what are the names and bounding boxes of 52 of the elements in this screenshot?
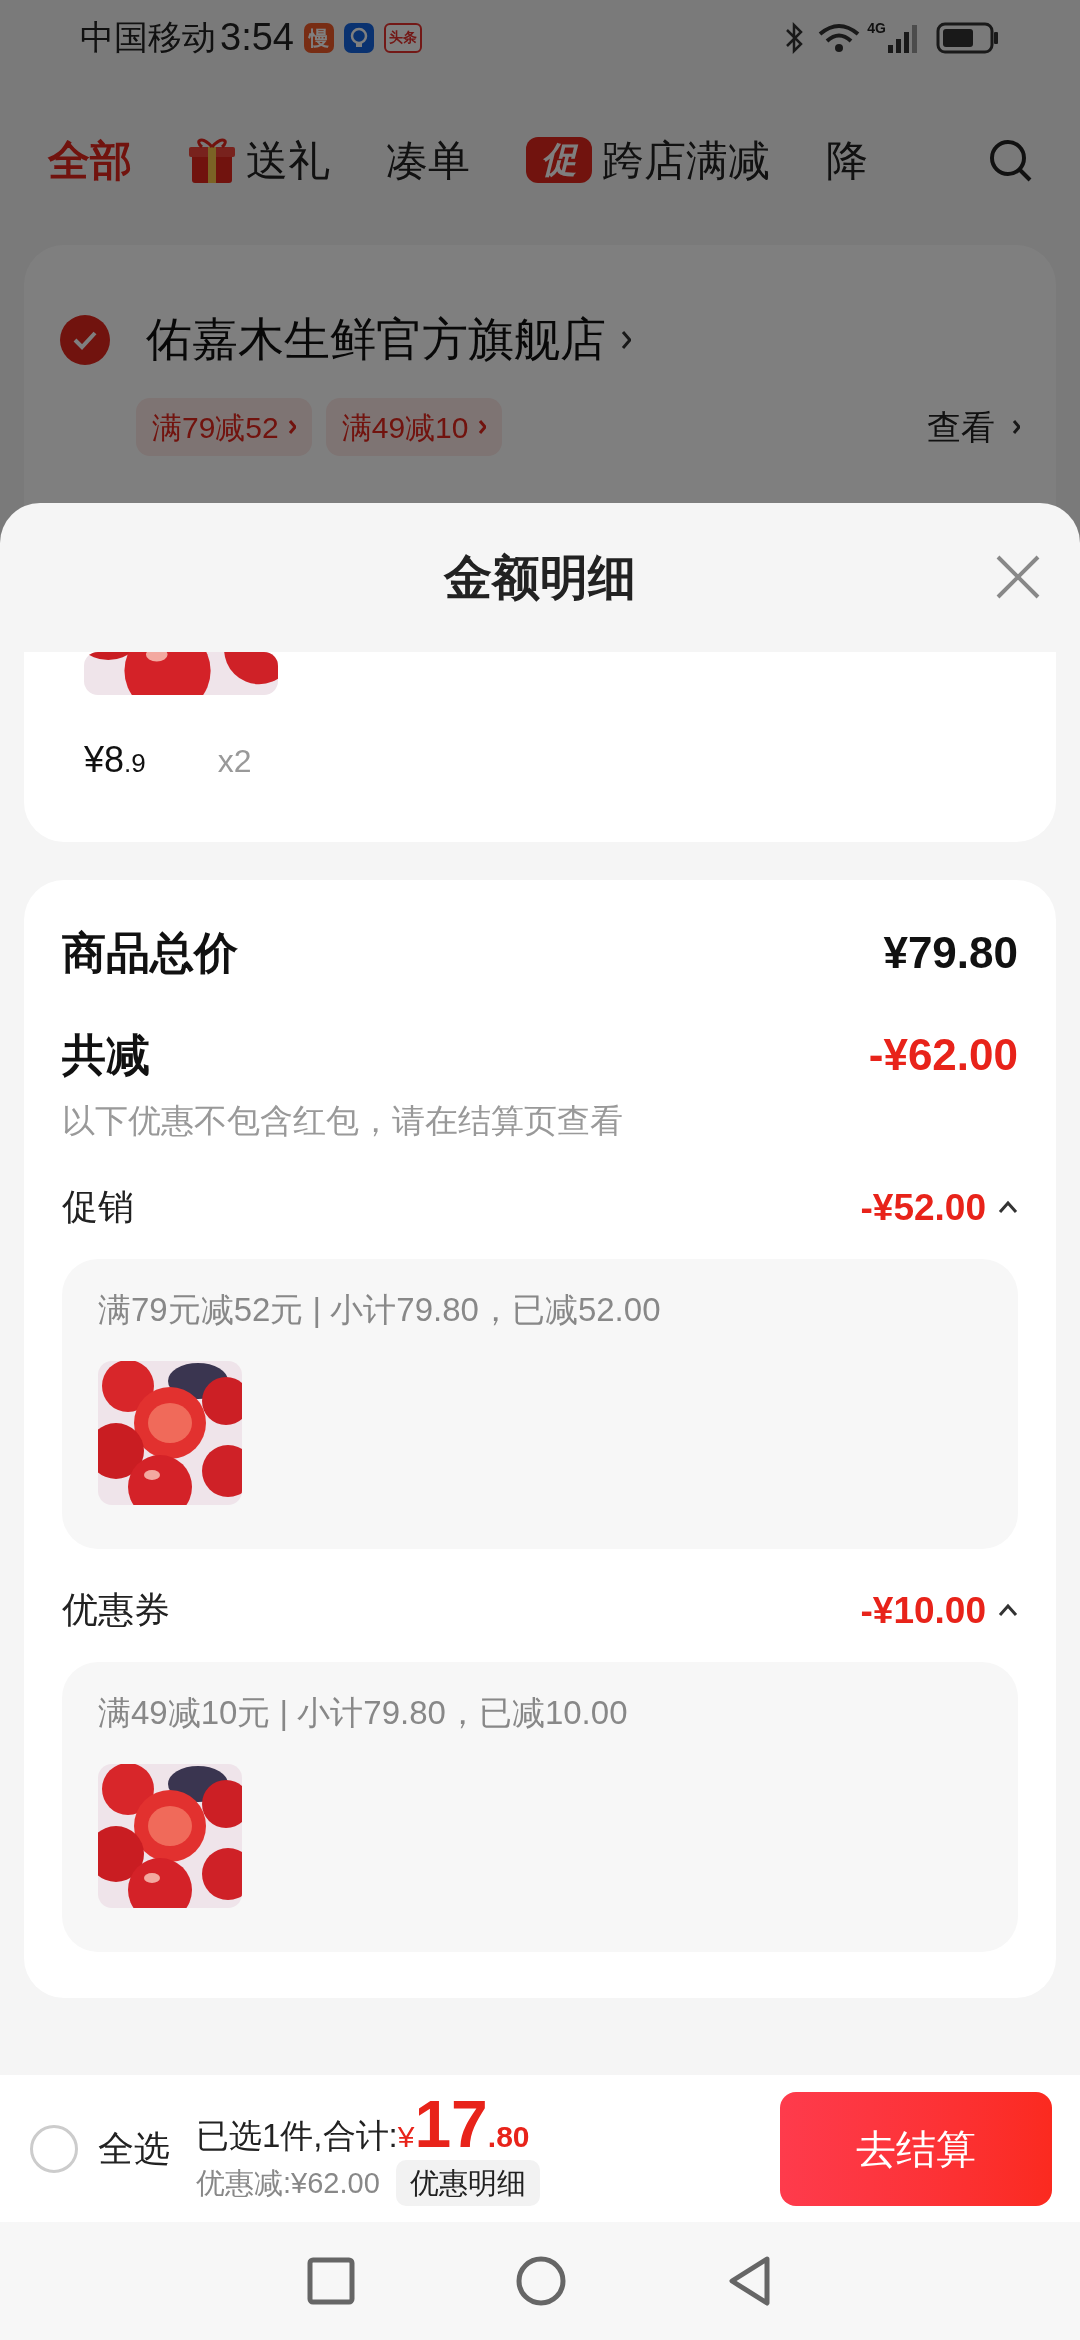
category-tab[interactable]: 送礼 [188, 128, 330, 192]
item-price: ¥8.9 [84, 738, 146, 782]
chevron-icon [1011, 418, 1020, 436]
collapse-icon[interactable] [998, 1199, 1018, 1216]
total-amount: ¥79.80 [883, 927, 1018, 979]
discount-label: 共减 [62, 1029, 150, 1081]
search-icon[interactable] [988, 138, 1032, 182]
total-price: ¥17.80 [397, 2090, 530, 2159]
section-title: 优惠券 [62, 1588, 170, 1633]
battery-icon [936, 21, 1000, 54]
close-icon[interactable] [994, 553, 1042, 601]
section-amount: -¥52.00 [860, 1185, 986, 1230]
chevron-icon [476, 418, 486, 436]
checkout-button[interactable]: 去结算 [780, 2091, 1052, 2206]
section-title: 促销 [62, 1185, 134, 1230]
saved-amount: 优惠减:¥62.00 [196, 2165, 380, 2201]
selected-summary: 已选1件,合计: [196, 2115, 398, 2156]
lightbulb-icon [343, 22, 374, 53]
signal-icon [888, 22, 918, 53]
category-tab[interactable]: 凑单 [386, 128, 470, 192]
shop-checkbox[interactable] [60, 314, 110, 365]
category-tab[interactable]: 降 [826, 128, 868, 192]
chevron-icon [286, 418, 296, 436]
discount-details-button[interactable]: 优惠明细 [395, 2160, 540, 2207]
select-all-checkbox[interactable] [30, 2124, 78, 2173]
clock-time: 3:54 [220, 15, 294, 60]
discount-amount: -¥62.00 [868, 1029, 1018, 1081]
detail-text: 满79元减52元 | 小计79.80，已减52.00 [98, 1290, 662, 1330]
home-nav-icon[interactable] [515, 2255, 567, 2307]
section-amount: -¥10.00 [860, 1588, 986, 1633]
network-type: 4G [867, 19, 886, 38]
app-notification-icon: 慢 [303, 22, 334, 53]
category-tab[interactable]: 促 跨店满减 [526, 128, 770, 192]
discount-tag[interactable]: 满79减52 [136, 398, 312, 456]
sheet-title: 金额明细 [444, 549, 636, 606]
discount-tag[interactable]: 满49减10 [325, 398, 502, 456]
promo-badge: 促 [526, 137, 592, 183]
category-tab[interactable]: 全部 [48, 128, 132, 192]
square-nav-icon[interactable] [307, 2257, 355, 2305]
detail-text: 满49减10元 | 小计79.80，已减10.00 [98, 1693, 629, 1733]
collapse-icon[interactable] [998, 1602, 1018, 1619]
app-notification-icon: 头条 [383, 22, 422, 53]
discount-note: 以下优惠不包含红包，请在结算页查看 [62, 1101, 624, 1141]
select-all-label: 全选 [98, 2126, 170, 2171]
view-link[interactable]: 查看 [927, 401, 995, 453]
shop-name[interactable]: 佑嘉木生鲜官方旗舰店 [146, 305, 606, 374]
chevron-icon [620, 328, 631, 351]
item-quantity: x2 [217, 742, 252, 781]
wifi-icon [817, 21, 862, 54]
total-label: 商品总价 [62, 927, 238, 979]
carrier-name: 中国移动 [80, 17, 216, 58]
back-nav-icon[interactable] [727, 2255, 773, 2307]
